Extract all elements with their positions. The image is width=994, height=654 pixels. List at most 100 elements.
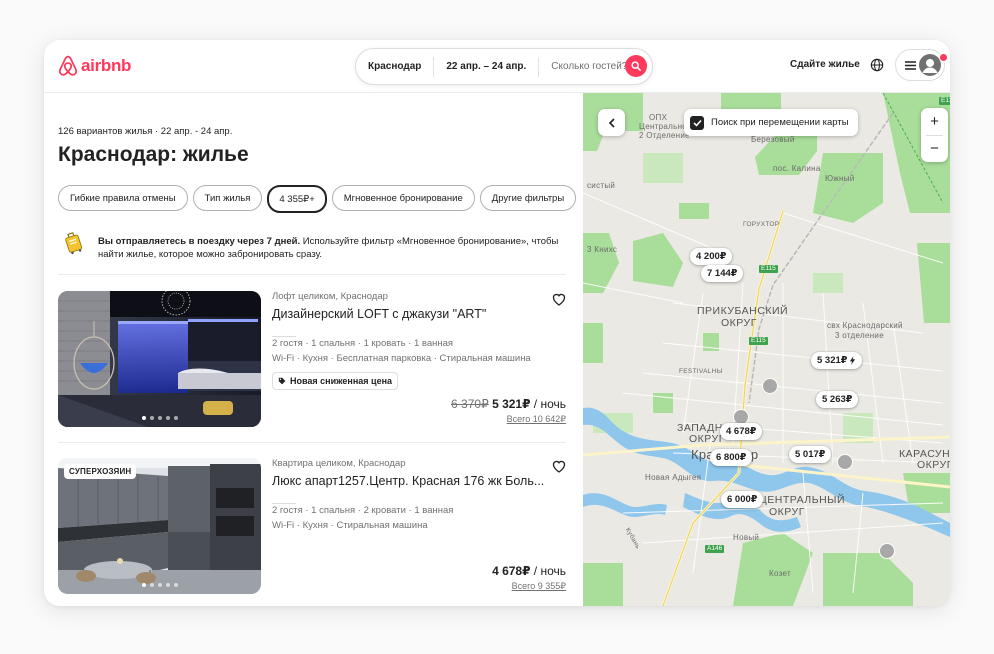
top-header: airbnb Краснодар 22 апр. – 24 апр. Сколь… xyxy=(44,40,950,93)
check-icon xyxy=(692,119,702,127)
photo-dot[interactable] xyxy=(157,583,162,587)
search-icon xyxy=(631,61,641,71)
map-label: Новый xyxy=(733,533,760,542)
filter-more[interactable]: Другие фильтры xyxy=(479,185,577,211)
map-label: Новая Адыгея xyxy=(645,473,702,482)
divider xyxy=(58,274,566,275)
map-label: Козет xyxy=(769,569,791,578)
zoom-controls: + − xyxy=(921,108,948,162)
price-pin[interactable]: 5 017₽ xyxy=(789,446,832,463)
map-label: ОКРУГ xyxy=(917,459,950,471)
photo-dot[interactable] xyxy=(173,416,178,420)
listing-subtitle: Лофт целиком, Краснодар xyxy=(272,291,388,302)
listing-photo[interactable] xyxy=(58,291,261,427)
search-as-map-moves-toggle[interactable]: Поиск при перемещении карты xyxy=(684,109,858,136)
poi-icon[interactable] xyxy=(879,543,895,559)
notice-bold: Вы отправляетесь в поездку через 7 дней. xyxy=(98,236,301,247)
listing-amenities: Wi-Fi · Кухня · Бесплатная парковка · Ст… xyxy=(272,353,531,364)
toggle-label: Поиск при перемещении карты xyxy=(711,117,849,128)
page-title: Краснодар: жилье xyxy=(58,143,249,166)
collapse-map-button[interactable] xyxy=(598,109,625,136)
price-pin[interactable]: 5 321₽ xyxy=(811,352,863,369)
heart-icon[interactable] xyxy=(551,458,567,474)
photo-dots xyxy=(58,416,261,420)
price-pin[interactable]: 6 800₽ xyxy=(710,449,753,466)
heart-icon[interactable] xyxy=(551,291,567,307)
listing-title[interactable]: Люкс апарт1257.Центр. Красная 176 жк Бол… xyxy=(272,474,544,488)
map-label: пос. Калина xyxy=(773,164,821,173)
map-label: Березовый xyxy=(751,135,795,144)
bolt-icon xyxy=(850,356,856,365)
photo-dot[interactable] xyxy=(165,583,170,587)
notice-text: Вы отправляетесь в поездку через 7 дней.… xyxy=(98,235,568,273)
map-label: Южный xyxy=(825,174,855,183)
old-price: 6 370₽ xyxy=(451,397,489,411)
listing-card[interactable]: Лофт целиком, Краснодар Дизайнерский LOF… xyxy=(58,291,568,427)
poi-icon[interactable] xyxy=(837,454,853,470)
map-label: FESTIVALНЫ xyxy=(679,368,723,375)
filter-price[interactable]: 4 355₽+ xyxy=(267,185,327,213)
zoom-in-button[interactable]: + xyxy=(921,108,948,135)
price-pin[interactable]: 6 000₽ xyxy=(721,491,764,508)
pin-price: 5 321₽ xyxy=(817,355,848,366)
checkbox[interactable] xyxy=(690,115,704,130)
user-menu-button[interactable] xyxy=(895,49,945,81)
listing-photo[interactable]: СУПЕРХОЗЯИН xyxy=(58,458,261,594)
map-label: систый xyxy=(587,181,616,190)
trip-notice: Вы отправляетесь в поездку через 7 дней.… xyxy=(58,229,568,273)
listing-price: 4 678₽ / ночь xyxy=(492,564,566,578)
filter-bar: Гибкие правила отмены Тип жилья 4 355₽+ … xyxy=(58,185,577,213)
map-label: 3 Книхс xyxy=(587,245,618,254)
map-label: ОКРУГ xyxy=(769,506,805,518)
search-button[interactable] xyxy=(625,55,647,77)
listing-amenities: Wi-Fi · Кухня · Стиральная машина xyxy=(272,520,428,531)
filter-flexible-cancellation[interactable]: Гибкие правила отмены xyxy=(58,185,188,211)
listing-card[interactable]: СУПЕРХОЗЯИН Квартира целиком, Краснодар … xyxy=(58,458,568,594)
photo-dot[interactable] xyxy=(149,416,154,420)
divider xyxy=(58,442,566,443)
map-label: ОКРУГ xyxy=(689,433,725,445)
photo-dot[interactable] xyxy=(173,583,178,587)
photo-dot[interactable] xyxy=(149,583,154,587)
map-label: ПРИКУБАНСКИЙ xyxy=(697,305,789,317)
listing-separator xyxy=(272,336,296,337)
price-pin[interactable]: 7 144₽ xyxy=(701,265,744,282)
listing-price: 6 370₽ 5 321₽ / ночь xyxy=(451,397,566,411)
tag-label: Новая сниженная цена xyxy=(290,376,393,386)
user-icon xyxy=(922,59,938,73)
search-dates[interactable]: 22 апр. – 24 апр. xyxy=(434,61,538,72)
photo-dot[interactable] xyxy=(157,416,162,420)
road-shield: E115 xyxy=(939,97,950,105)
photo-dot[interactable] xyxy=(165,416,170,420)
per-night: / ночь xyxy=(530,564,566,578)
map-label: ГОРУХТОР xyxy=(743,221,780,228)
globe-icon[interactable] xyxy=(870,58,884,72)
search-bar[interactable]: Краснодар 22 апр. – 24 апр. Сколько гост… xyxy=(355,48,653,85)
filter-type[interactable]: Тип жилья xyxy=(192,185,263,211)
price-pin[interactable]: 4 678₽ xyxy=(720,423,763,440)
map-label: ОПХ xyxy=(649,113,668,122)
map-panel[interactable]: ОПХ Центральное 2 Отделение Березовый по… xyxy=(583,93,950,606)
poi-icon[interactable] xyxy=(762,378,778,394)
become-host-link[interactable]: Сдайте жилье xyxy=(790,59,860,70)
superhost-badge: СУПЕРХОЗЯИН xyxy=(64,464,137,479)
total-price[interactable]: Всего 9 355₽ xyxy=(512,581,566,592)
airbnb-logo-icon xyxy=(58,55,78,76)
map-label: 2 Отделение xyxy=(639,131,690,140)
listing-title[interactable]: Дизайнерский LOFT с джакузи "ART" xyxy=(272,307,486,321)
price-pin[interactable]: 5 263₽ xyxy=(816,391,859,408)
logo-text: airbnb xyxy=(81,56,132,75)
total-price[interactable]: Всего 10 642₽ xyxy=(507,414,566,425)
price-pin[interactable]: 4 200₽ xyxy=(690,248,733,265)
photo-dot[interactable] xyxy=(141,416,146,420)
airbnb-logo[interactable]: airbnb xyxy=(58,54,131,78)
browser-frame: airbnb Краснодар 22 апр. – 24 апр. Сколь… xyxy=(44,40,950,606)
filter-instant-book[interactable]: Мгновенное бронирование xyxy=(331,185,475,211)
listing-subtitle: Квартира целиком, Краснодар xyxy=(272,458,406,469)
photo-dot[interactable] xyxy=(141,583,146,587)
map-label: 3 отделение xyxy=(835,331,884,340)
road-shield: E115 xyxy=(749,337,768,345)
search-location[interactable]: Краснодар xyxy=(356,61,433,72)
results-meta: 126 вариантов жилья · 22 апр. - 24 апр. xyxy=(58,126,233,137)
zoom-out-button[interactable]: − xyxy=(921,135,948,162)
